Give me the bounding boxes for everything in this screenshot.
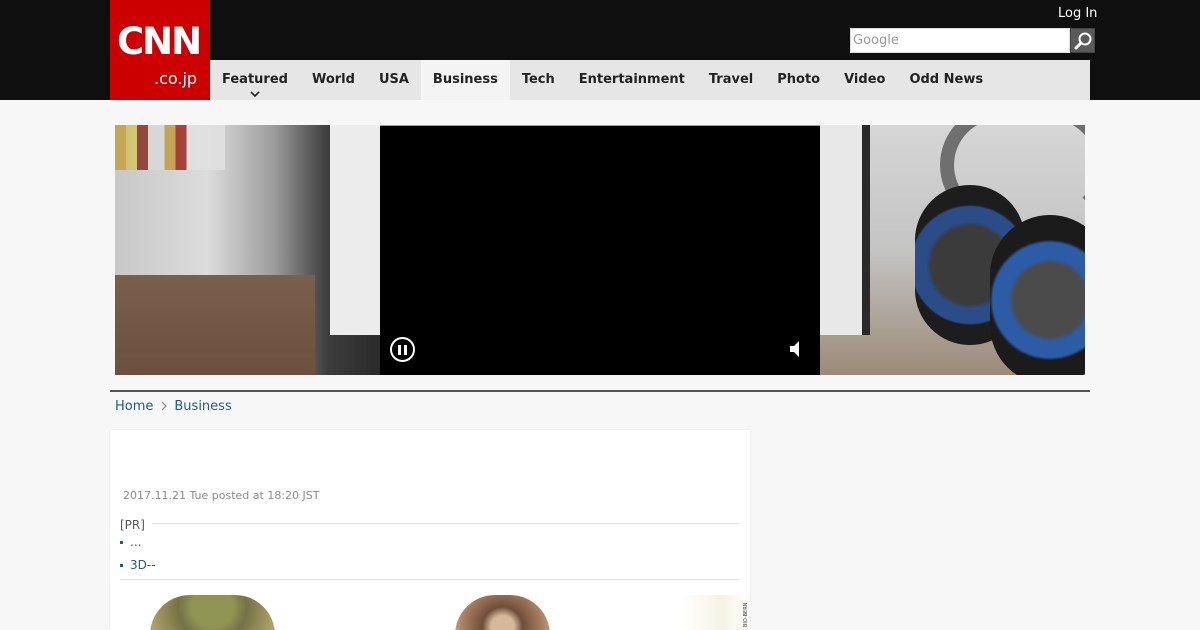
nav-item-usa[interactable]: USA bbox=[367, 60, 421, 100]
nav-item-travel[interactable]: Travel bbox=[697, 60, 765, 100]
nav-item-photo[interactable]: Photo bbox=[765, 60, 832, 100]
section-divider bbox=[110, 390, 1090, 392]
pr-divider bbox=[120, 579, 740, 580]
article-card: 2017.11.21 Tue posted at 18:20 JST [PR] … bbox=[110, 430, 750, 630]
pause-icon[interactable] bbox=[390, 337, 415, 362]
nav-label: Business bbox=[432, 72, 498, 87]
hero-right-image bbox=[820, 125, 1085, 375]
bullet-icon bbox=[120, 563, 123, 567]
cnn-logo[interactable]: CNN .co.jp bbox=[110, 0, 210, 100]
nav-label: World bbox=[311, 72, 355, 87]
nav-item-business[interactable]: Business bbox=[420, 60, 510, 100]
pr-divider bbox=[152, 523, 740, 524]
nav-item-odd-news[interactable]: Odd News bbox=[897, 60, 995, 100]
breadcrumb-business[interactable]: Business bbox=[174, 399, 231, 414]
chevron-down-icon bbox=[250, 91, 260, 97]
speaker-icon[interactable] bbox=[788, 339, 802, 359]
nav-item-entertainment[interactable]: Entertainment bbox=[567, 60, 697, 100]
pr-list-item: ... bbox=[120, 535, 141, 549]
magnifier-icon bbox=[1074, 32, 1091, 49]
nav-item-tech[interactable]: Tech bbox=[510, 60, 567, 100]
logo-brand: CNN bbox=[117, 20, 202, 63]
nav-label: Tech bbox=[521, 72, 555, 87]
bullet-icon bbox=[120, 540, 123, 544]
nav-label: Entertainment bbox=[578, 72, 685, 87]
pr-link[interactable]: ... bbox=[130, 535, 141, 549]
video-player[interactable] bbox=[380, 126, 820, 375]
hero-left-image bbox=[115, 125, 380, 375]
search-button[interactable] bbox=[1070, 28, 1095, 53]
breadcrumb-home[interactable]: Home bbox=[115, 399, 153, 414]
nav-label: Video bbox=[844, 72, 886, 87]
nav-item-video[interactable]: Video bbox=[832, 60, 897, 100]
photo-watermark: BIO-BERN bbox=[743, 602, 749, 627]
login-link[interactable]: Log In bbox=[1058, 6, 1097, 21]
nav-item-featured[interactable]: Featured bbox=[210, 60, 300, 100]
search-placeholder: Google bbox=[853, 33, 899, 48]
logo-domain: .co.jp bbox=[154, 69, 198, 88]
posted-timestamp: 2017.11.21 Tue posted at 18:20 JST bbox=[123, 489, 320, 502]
pr-link[interactable]: 3D-- bbox=[130, 558, 156, 572]
nav-label: Odd News bbox=[909, 72, 984, 87]
nav-label: USA bbox=[378, 72, 409, 87]
main-nav: Featured World USA Business Tech Enterta… bbox=[210, 60, 1090, 100]
nav-item-world[interactable]: World bbox=[300, 60, 367, 100]
pr-list-item: 3D-- bbox=[120, 558, 156, 572]
pr-label: [PR] bbox=[120, 518, 145, 532]
breadcrumb: Home Business bbox=[115, 398, 232, 414]
nav-label: Photo bbox=[777, 72, 821, 87]
nav-label: Featured bbox=[222, 72, 288, 87]
nav-label: Travel bbox=[708, 72, 754, 87]
search-input[interactable]: Google bbox=[850, 28, 1070, 53]
chevron-right-icon bbox=[161, 401, 168, 411]
article-photo bbox=[110, 595, 750, 630]
